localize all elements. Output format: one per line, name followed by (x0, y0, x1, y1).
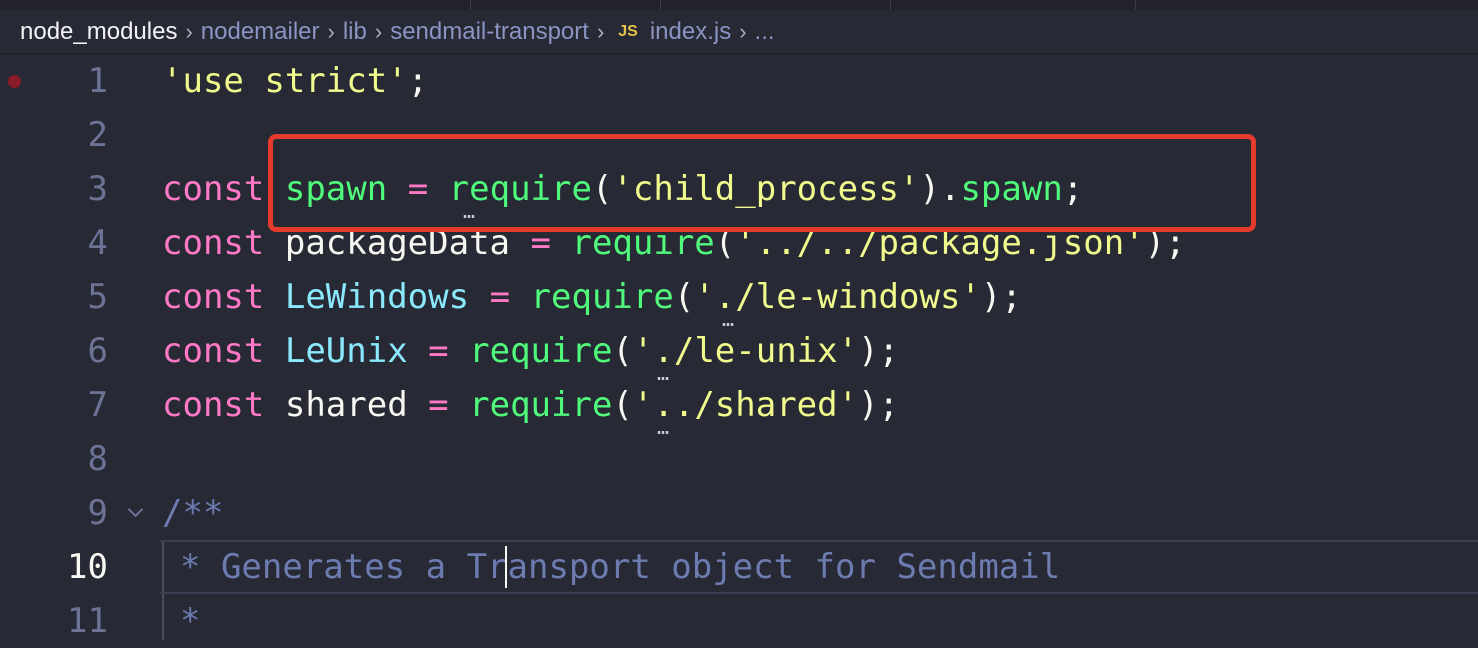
comment: /** (162, 493, 224, 533)
code-editor[interactable]: 1 'use strict'; 2 3 const spawn = requir… (0, 54, 1478, 641)
line-number: 6 (87, 331, 108, 371)
operator: = (428, 385, 449, 425)
code-line[interactable]: 7 const shared = require('../shared'); … (0, 378, 1478, 437)
comment: * (180, 601, 201, 641)
breadcrumb-item-file[interactable]: index.js (650, 18, 731, 46)
code-line[interactable]: 9 /** (0, 486, 1478, 540)
breadcrumb-item-sendmail-transport[interactable]: sendmail-transport (390, 18, 589, 46)
function-call: require (530, 277, 674, 317)
chevron-right-icon: › (374, 18, 383, 44)
punctuation: ); (980, 277, 1022, 317)
keyword: const (162, 277, 265, 317)
code-text: 'use strict'; (162, 54, 428, 108)
annotation-highlight-box (268, 134, 1256, 232)
code-text: const LeWindows = require('./le-windows'… (162, 270, 1022, 324)
comment: * Generates a Transport object for Sendm… (180, 547, 1061, 587)
javascript-file-icon: JS (618, 22, 638, 40)
string-literal: 'use strict' (162, 61, 408, 101)
tab-separator (470, 0, 471, 10)
keyword: const (162, 169, 265, 209)
punctuation: ); (858, 331, 900, 371)
editor-tab-strip (0, 0, 1478, 10)
keyword: const (162, 331, 265, 371)
code-text: const LeUnix = require('./le-unix'); (162, 324, 899, 378)
string-literal: './le-windows' (694, 277, 981, 317)
inline-hint-dots[interactable]: … (657, 417, 669, 437)
keyword: const (162, 385, 265, 425)
line-number: 3 (87, 169, 108, 209)
tab-separator (660, 0, 661, 10)
fold-chevron-icon[interactable] (127, 501, 144, 518)
line-number: 10 (67, 547, 108, 587)
function-call: require (469, 385, 613, 425)
breadcrumb-item-node-modules[interactable]: node_modules (20, 18, 177, 46)
operator: = (428, 331, 449, 371)
code-text: const shared = require('../shared'); (162, 378, 899, 432)
line-number: 4 (87, 223, 108, 263)
class-identifier: LeWindows (284, 277, 470, 317)
chevron-right-icon: › (327, 18, 335, 44)
identifier: shared (284, 385, 408, 425)
code-line-active[interactable]: 10 * Generates a Transport object for Se… (0, 540, 1478, 594)
inline-hint-dots[interactable]: … (657, 363, 669, 383)
function-call: require (469, 331, 613, 371)
keyword: const (162, 223, 265, 263)
breadcrumb: node_modules › nodemailer › lib › sendma… (0, 10, 1478, 54)
code-line[interactable]: 8 (0, 432, 1478, 486)
text-cursor (505, 546, 507, 588)
line-number: 7 (87, 385, 108, 425)
punctuation: ( (612, 331, 633, 371)
class-identifier: LeUnix (284, 331, 408, 371)
inline-hint-dots[interactable]: … (722, 309, 734, 329)
breadcrumb-more[interactable]: ... (755, 18, 775, 46)
tab-separator (890, 0, 891, 10)
punctuation: ); (858, 385, 900, 425)
punctuation: ( (612, 385, 633, 425)
line-number: 9 (87, 493, 108, 533)
code-text: * Generates a Transport object for Sendm… (180, 540, 1060, 594)
code-line[interactable]: 6 const LeUnix = require('./le-unix'); … (0, 324, 1478, 383)
breadcrumb-item-lib[interactable]: lib (343, 18, 367, 46)
code-text: /** (162, 486, 223, 540)
punctuation: ; (407, 61, 429, 101)
chevron-right-icon: › (185, 18, 193, 44)
chevron-right-icon: › (739, 18, 747, 44)
chevron-right-icon: › (596, 18, 605, 44)
line-number: 1 (87, 61, 108, 101)
line-number: 5 (87, 277, 108, 317)
tab-separator (1135, 0, 1136, 10)
operator: = (489, 277, 511, 317)
code-line[interactable]: 5 const LeWindows = require('./le-window… (0, 270, 1478, 329)
breadcrumb-item-nodemailer[interactable]: nodemailer (201, 18, 320, 46)
code-line[interactable]: 1 'use strict'; (0, 54, 1478, 108)
line-number: 2 (87, 115, 108, 155)
line-number: 8 (87, 439, 108, 479)
punctuation: ( (673, 277, 695, 317)
